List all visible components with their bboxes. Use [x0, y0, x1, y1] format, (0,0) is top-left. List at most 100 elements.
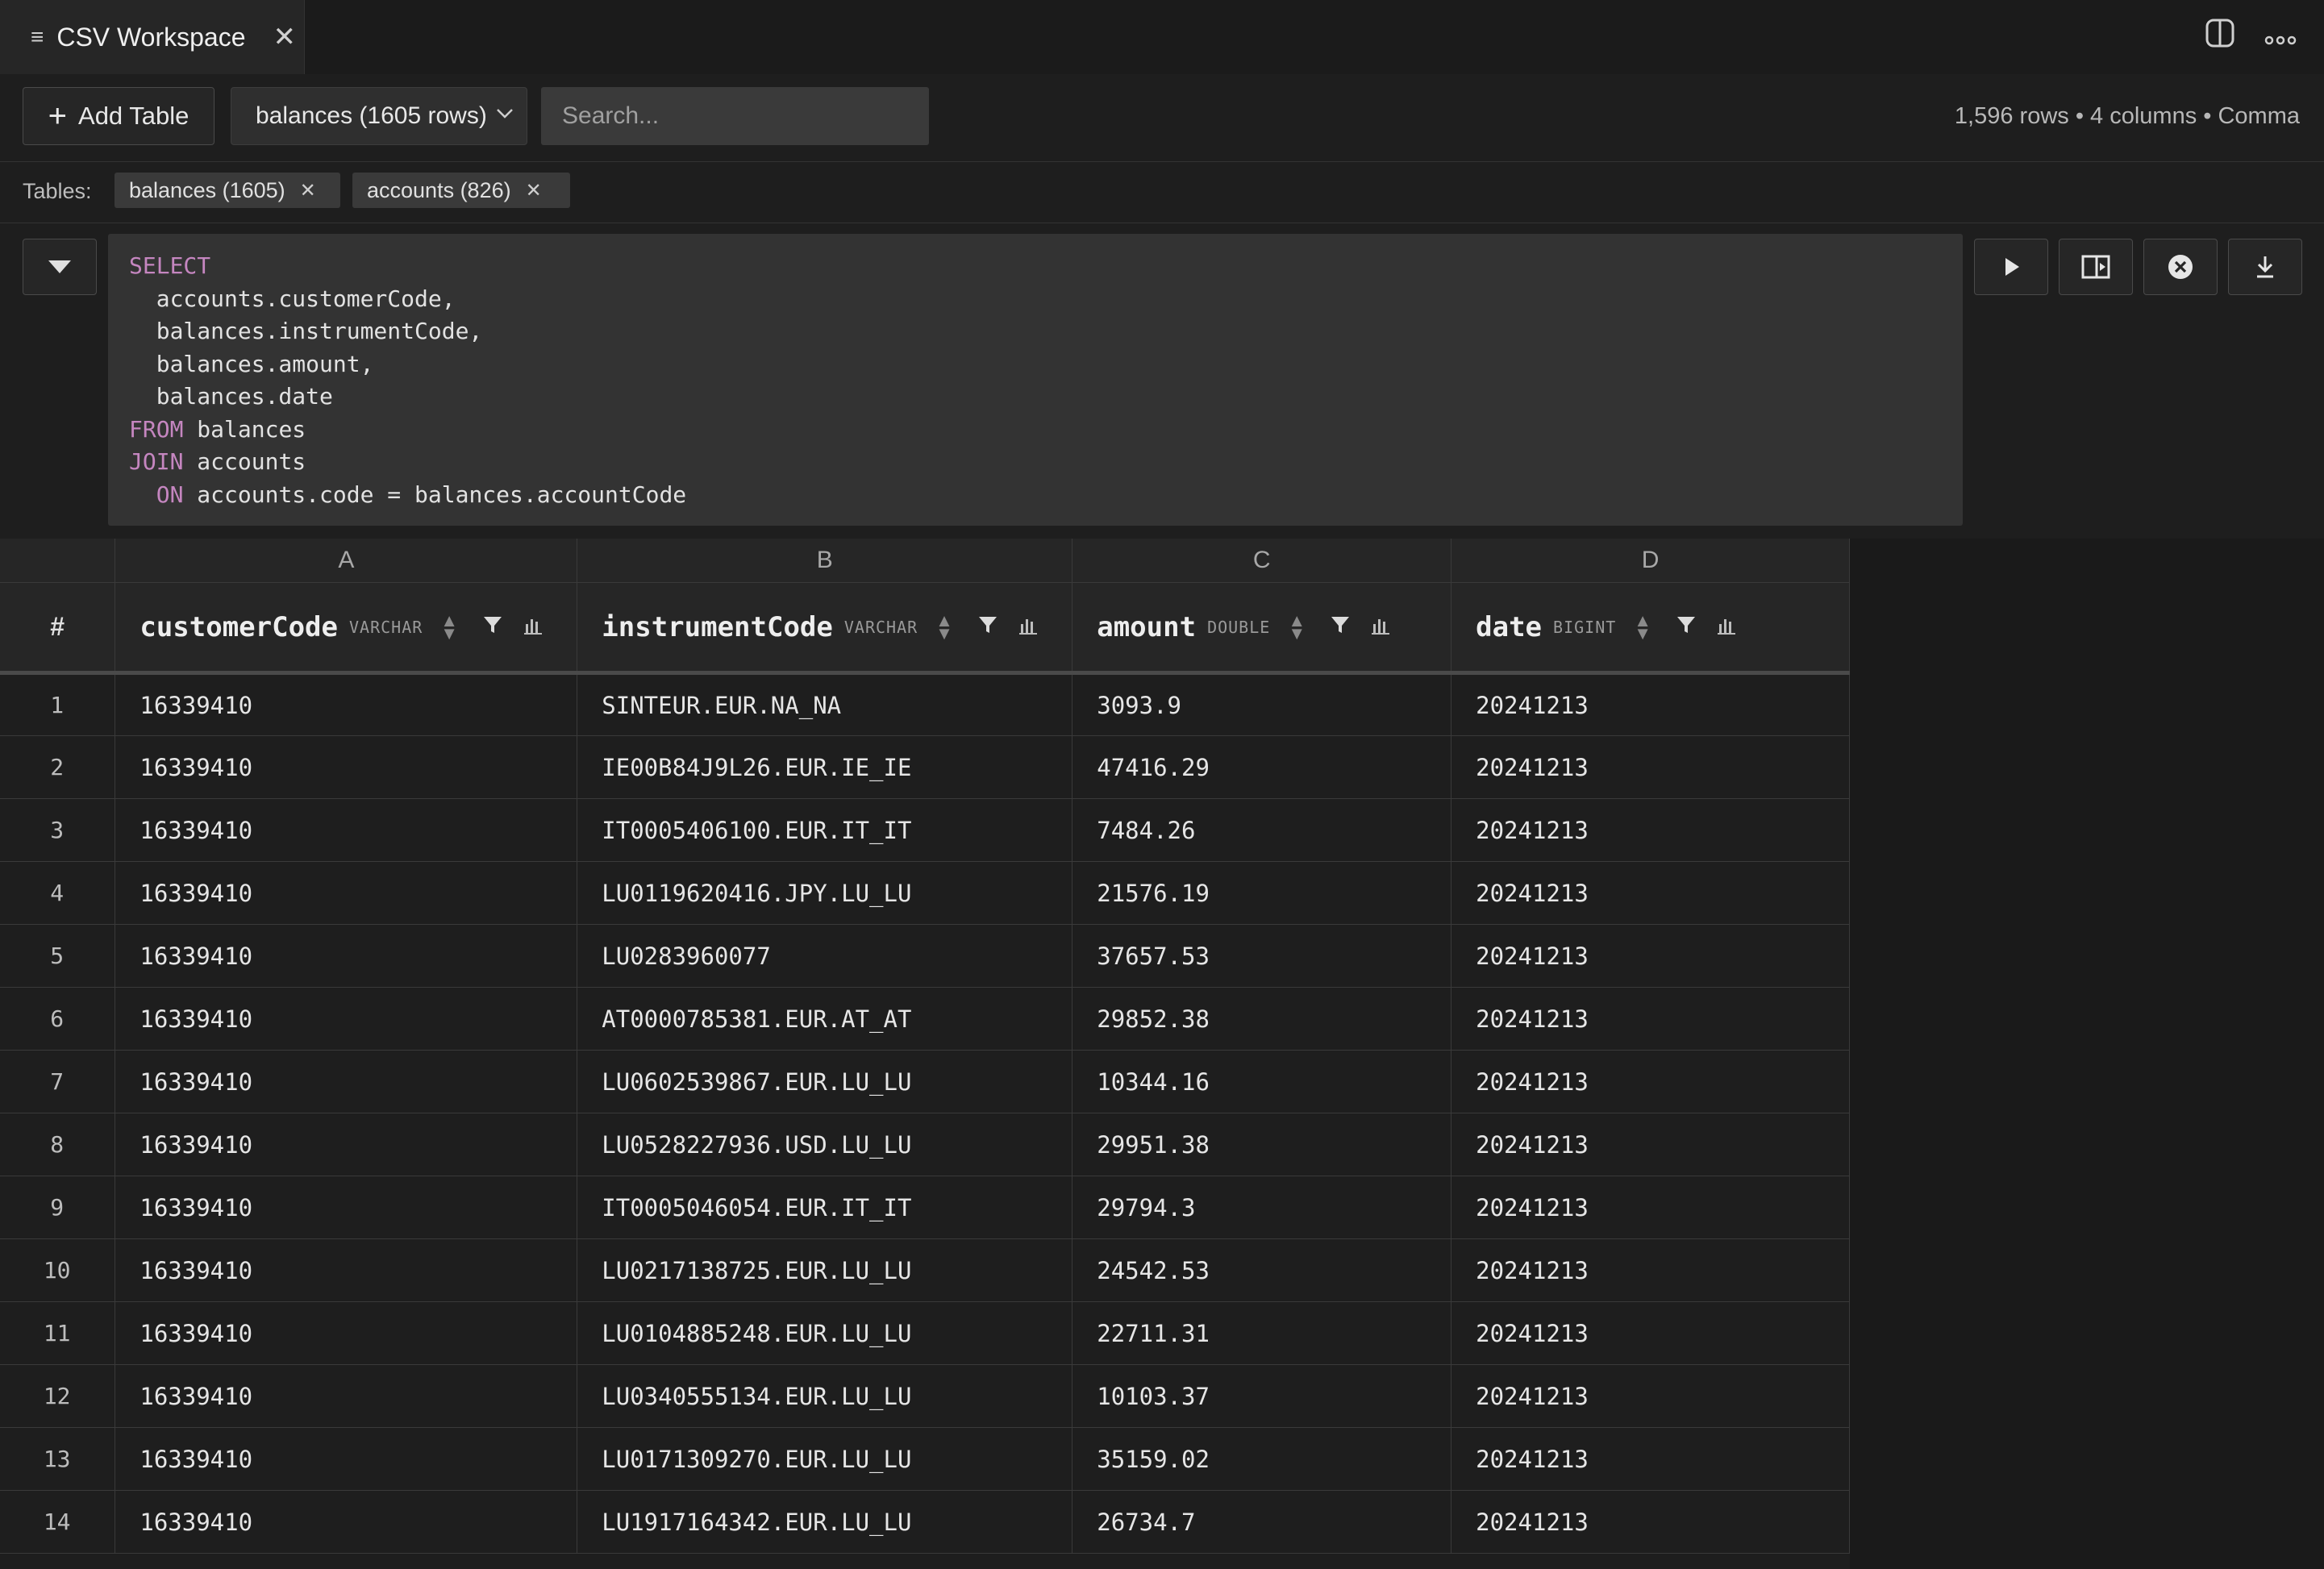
table-cell[interactable]: 16339410 [115, 735, 578, 799]
table-cell[interactable]: 20241213 [1451, 987, 1850, 1051]
column-header-customerCode[interactable]: customerCode VARCHAR ▲ ▼ [115, 582, 578, 675]
table-row[interactable]: 1 16339410 SINTEUR.EUR.NA_NA 3093.9 20241213 [0, 672, 1850, 736]
table-row[interactable]: 10 16339410 LU0217138725.EUR.LU_LU 24542.53… [0, 1238, 1850, 1302]
table-cell[interactable]: IE00B84J9L26.EUR.IE_IE [577, 735, 1073, 799]
table-cell[interactable]: 16339410 [115, 1490, 578, 1554]
table-cell[interactable]: 22711.31 [1072, 1301, 1452, 1365]
filter-icon[interactable] [977, 614, 998, 639]
table-row[interactable]: 3 16339410 IT0005406100.EUR.IT_IT 7484.26 20… [0, 798, 1850, 862]
filter-icon[interactable] [482, 614, 503, 639]
bar-chart-icon[interactable] [1370, 614, 1391, 639]
table-cell[interactable]: 20241213 [1451, 672, 1850, 736]
bar-chart-icon[interactable] [1716, 614, 1737, 639]
table-cell[interactable]: LU0283960077 [577, 924, 1073, 988]
run-query-button[interactable] [1974, 239, 2048, 295]
table-cell[interactable]: AT0000785381.EUR.AT_AT [577, 987, 1073, 1051]
table-cell[interactable]: LU0602539867.EUR.LU_LU [577, 1050, 1073, 1113]
table-cell[interactable]: 24542.53 [1072, 1238, 1452, 1302]
close-icon[interactable]: ✕ [273, 21, 297, 53]
table-row[interactable]: 12 16339410 LU0340555134.EUR.LU_LU 10103.37… [0, 1364, 1850, 1428]
sql-editor[interactable]: SELECT accounts.customerCode, balances.i… [108, 234, 1963, 526]
table-cell[interactable]: 16339410 [115, 924, 578, 988]
table-cell[interactable]: 16339410 [115, 861, 578, 925]
table-cell[interactable]: 7484.26 [1072, 798, 1452, 862]
table-row[interactable]: 2 16339410 IE00B84J9L26.EUR.IE_IE 47416.29 2… [0, 735, 1850, 799]
tab-csv-workspace[interactable]: ≡ CSV Workspace ✕ [0, 0, 305, 74]
table-cell[interactable]: 20241213 [1451, 1364, 1850, 1428]
sort-arrows-icon[interactable]: ▲ ▼ [935, 611, 953, 642]
more-dots-icon[interactable] [2264, 21, 2297, 52]
table-cell[interactable]: 16339410 [115, 1113, 578, 1176]
table-cell[interactable]: 20241213 [1451, 735, 1850, 799]
table-cell[interactable]: 20241213 [1451, 1176, 1850, 1239]
table-cell[interactable]: 20241213 [1451, 1050, 1850, 1113]
table-cell[interactable]: 16339410 [115, 1050, 578, 1113]
table-cell[interactable]: 37657.53 [1072, 924, 1452, 988]
table-cell[interactable]: 47416.29 [1072, 735, 1452, 799]
column-header-instrumentCode[interactable]: instrumentCode VARCHAR ▲ ▼ [577, 582, 1073, 675]
table-cell[interactable]: 29794.3 [1072, 1176, 1452, 1239]
table-cell[interactable]: 16339410 [115, 1176, 578, 1239]
table-cell[interactable]: 16339410 [115, 672, 578, 736]
table-cell[interactable]: 10103.37 [1072, 1364, 1452, 1428]
column-header-amount[interactable]: amount DOUBLE ▲ ▼ [1072, 582, 1452, 675]
collapse-editor-button[interactable] [23, 239, 97, 295]
clear-query-button[interactable] [2143, 239, 2218, 295]
table-row[interactable]: 5 16339410 LU0283960077 37657.53 20241213 [0, 924, 1850, 988]
table-cell[interactable]: LU0119620416.JPY.LU_LU [577, 861, 1073, 925]
table-cell[interactable]: 20241213 [1451, 1427, 1850, 1491]
bar-chart-icon[interactable] [523, 614, 544, 639]
table-cell[interactable]: 20241213 [1451, 1113, 1850, 1176]
table-cell[interactable]: 16339410 [115, 1364, 578, 1428]
table-cell[interactable]: LU0528227936.USD.LU_LU [577, 1113, 1073, 1176]
table-row[interactable]: 6 16339410 AT0000785381.EUR.AT_AT 29852.38 2… [0, 987, 1850, 1051]
add-table-button[interactable]: + Add Table [23, 87, 214, 145]
table-cell[interactable]: 16339410 [115, 1427, 578, 1491]
table-row[interactable]: 7 16339410 LU0602539867.EUR.LU_LU 10344.16 2… [0, 1050, 1850, 1113]
table-cell[interactable]: 26734.7 [1072, 1490, 1452, 1554]
table-cell[interactable]: 20241213 [1451, 861, 1850, 925]
table-cell[interactable]: 10344.16 [1072, 1050, 1452, 1113]
sort-arrows-icon[interactable]: ▲ ▼ [1634, 611, 1651, 642]
sort-arrows-icon[interactable]: ▲ ▼ [1288, 611, 1306, 642]
table-cell[interactable]: 16339410 [115, 1238, 578, 1302]
table-chip-accounts[interactable]: accounts (826) ✕ [352, 173, 570, 208]
remove-chip-icon[interactable]: ✕ [526, 179, 542, 202]
split-view-icon[interactable] [2205, 18, 2235, 56]
table-cell[interactable]: LU0340555134.EUR.LU_LU [577, 1364, 1073, 1428]
table-cell[interactable]: 20241213 [1451, 1490, 1850, 1554]
remove-chip-icon[interactable]: ✕ [300, 179, 316, 202]
layout-toggle-button[interactable] [2059, 239, 2133, 295]
table-cell[interactable]: 29852.38 [1072, 987, 1452, 1051]
table-row[interactable]: 4 16339410 LU0119620416.JPY.LU_LU 21576.19 2… [0, 861, 1850, 925]
sort-arrows-icon[interactable]: ▲ ▼ [440, 611, 458, 642]
table-row[interactable]: 11 16339410 LU0104885248.EUR.LU_LU 22711.31… [0, 1301, 1850, 1365]
table-cell[interactable]: 16339410 [115, 798, 578, 862]
column-header-date[interactable]: date BIGINT ▲ ▼ [1451, 582, 1850, 675]
table-cell[interactable]: 16339410 [115, 1301, 578, 1365]
table-cell[interactable]: 20241213 [1451, 924, 1850, 988]
table-cell[interactable]: 16339410 [115, 987, 578, 1051]
download-button[interactable] [2228, 239, 2302, 295]
table-row[interactable]: 9 16339410 IT0005046054.EUR.IT_IT 29794.3 20… [0, 1176, 1850, 1239]
table-cell[interactable]: 21576.19 [1072, 861, 1452, 925]
filter-icon[interactable] [1676, 614, 1697, 639]
table-cell[interactable]: 29951.38 [1072, 1113, 1452, 1176]
table-cell[interactable]: 20241213 [1451, 1301, 1850, 1365]
table-cell[interactable]: IT0005406100.EUR.IT_IT [577, 798, 1073, 862]
table-chip-balances[interactable]: balances (1605) ✕ [115, 173, 340, 208]
table-row[interactable]: 13 16339410 LU0171309270.EUR.LU_LU 35159.02… [0, 1427, 1850, 1491]
table-cell[interactable]: 20241213 [1451, 798, 1850, 862]
bar-chart-icon[interactable] [1018, 614, 1039, 639]
table-cell[interactable]: LU1917164342.EUR.LU_LU [577, 1490, 1073, 1554]
search-input[interactable] [541, 87, 929, 145]
table-cell[interactable]: SINTEUR.EUR.NA_NA [577, 672, 1073, 736]
table-cell[interactable]: 35159.02 [1072, 1427, 1452, 1491]
table-cell[interactable]: 20241213 [1451, 1238, 1850, 1302]
table-cell[interactable]: 3093.9 [1072, 672, 1452, 736]
table-cell[interactable]: LU0104885248.EUR.LU_LU [577, 1301, 1073, 1365]
table-row[interactable]: 8 16339410 LU0528227936.USD.LU_LU 29951.38 2… [0, 1113, 1850, 1176]
table-select[interactable]: balances (1605 rows) [231, 87, 527, 145]
filter-icon[interactable] [1330, 614, 1351, 639]
table-row[interactable]: 14 16339410 LU1917164342.EUR.LU_LU 26734.7 2… [0, 1490, 1850, 1554]
